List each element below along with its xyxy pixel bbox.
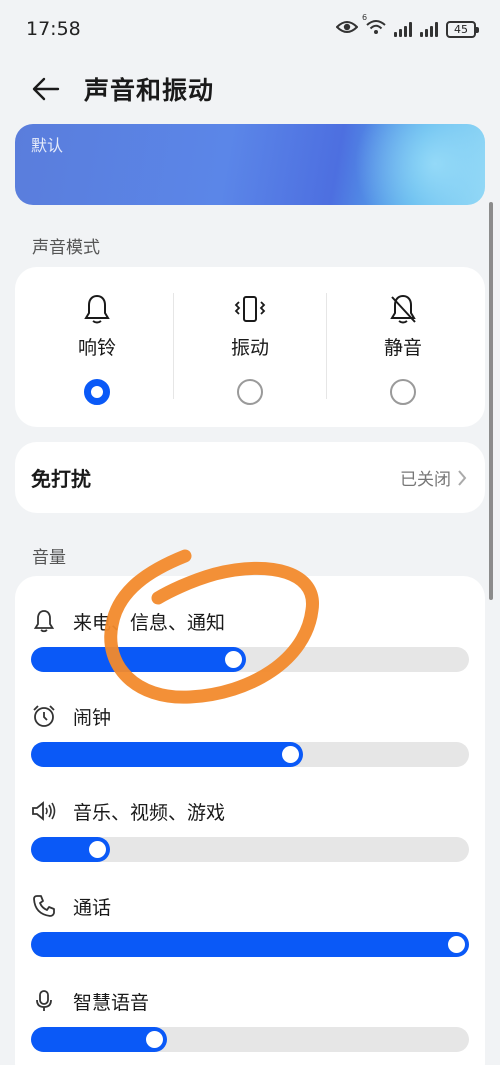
volume-label: 智慧语音 (73, 991, 150, 1014)
status-time: 17:58 (26, 18, 81, 40)
status-bar: 17:58 6 45 (0, 0, 500, 58)
sound-mode-ring[interactable]: 响铃 (21, 267, 173, 427)
microphone-icon (31, 989, 57, 1013)
bell-icon (31, 609, 57, 633)
radio-button[interactable] (237, 379, 263, 405)
page-header: 声音和振动 (0, 62, 500, 116)
sound-mode-silent[interactable]: 静音 (327, 267, 479, 427)
sound-mode-vibrate[interactable]: 振动 (174, 267, 326, 427)
volume-slider-handle[interactable] (89, 841, 106, 858)
volume-row-alarm: 闹钟 (15, 701, 485, 796)
banner-label: 默认 (31, 136, 64, 155)
volume-section-label: 音量 (32, 548, 66, 568)
sound-mode-label: 振动 (230, 337, 269, 359)
radio-button[interactable] (84, 379, 110, 405)
vibrate-icon (233, 291, 267, 327)
sound-mode-section-label: 声音模式 (32, 238, 100, 258)
volume-slider-fill (31, 647, 246, 672)
dnd-item[interactable]: 免打扰 已关闭 (15, 442, 485, 513)
page-title: 声音和振动 (84, 76, 215, 105)
volume-row-notification: 来电、信息、通知 (15, 606, 485, 701)
eye-icon (335, 19, 359, 39)
chevron-right-icon (458, 469, 467, 486)
bell-icon (83, 291, 111, 327)
battery-icon: 45 (446, 20, 479, 38)
phone-icon (31, 894, 57, 918)
volume-slider-fill (31, 932, 469, 957)
scrollbar[interactable] (489, 202, 493, 600)
volume-label: 音乐、视频、游戏 (73, 801, 226, 824)
radio-button[interactable] (390, 379, 416, 405)
status-icons: 6 45 (335, 13, 479, 39)
volume-slider-handle[interactable] (225, 651, 242, 668)
volume-slider-fill (31, 742, 303, 767)
alarm-clock-icon (31, 704, 57, 728)
volume-label: 通话 (73, 896, 112, 919)
sound-mode-card: 响铃 振动 静音 (15, 267, 485, 427)
bell-off-icon (388, 291, 418, 327)
volume-row-voice-assistant: 智慧语音 (15, 986, 485, 1065)
volume-slider-handle[interactable] (448, 936, 465, 953)
volume-card: 来电、信息、通知 闹钟 音乐、视频、游戏 通话 智慧语音 (15, 576, 485, 1065)
volume-slider[interactable] (31, 647, 469, 672)
volume-slider-handle[interactable] (146, 1031, 163, 1048)
volume-row-call: 通话 (15, 891, 485, 986)
arrow-left-icon (32, 77, 60, 101)
volume-slider[interactable] (31, 932, 469, 957)
ringtone-banner[interactable]: 默认 (15, 124, 485, 205)
volume-slider[interactable] (31, 837, 469, 862)
dnd-status: 已关闭 (400, 470, 451, 490)
volume-row-media: 音乐、视频、游戏 (15, 796, 485, 891)
sound-mode-label: 静音 (383, 337, 422, 359)
volume-label: 闹钟 (73, 706, 112, 729)
back-button[interactable] (26, 69, 66, 109)
wifi-icon: 6 (362, 13, 386, 39)
volume-slider[interactable] (31, 742, 469, 767)
volume-label: 来电、信息、通知 (73, 611, 226, 634)
signal-icon (420, 21, 438, 37)
volume-slider-handle[interactable] (282, 746, 299, 763)
wifi-badge: 6 (362, 13, 368, 22)
dnd-title: 免打扰 (31, 467, 91, 491)
volume-slider[interactable] (31, 1027, 469, 1052)
sound-mode-label: 响铃 (77, 337, 116, 359)
signal-icon (394, 21, 412, 37)
speaker-icon (31, 800, 57, 822)
